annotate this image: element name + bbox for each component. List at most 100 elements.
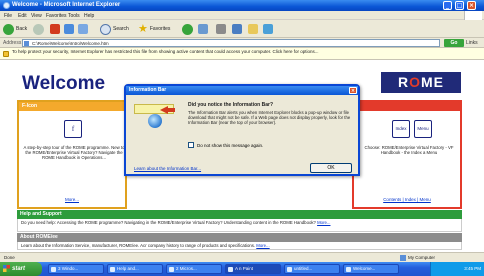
menu-edit[interactable]: Edit [18,13,27,19]
edit-icon [232,24,242,34]
menu-help[interactable]: Help [84,13,94,19]
search-icon [100,23,111,35]
folder-icon [248,24,258,34]
history-button[interactable] [182,23,193,35]
search-button[interactable]: Search [100,23,129,35]
discuss-button[interactable] [248,23,258,35]
clock[interactable]: 3:45 PM [464,266,481,271]
page-icon [24,41,29,46]
information-bar-dialog: Information Bar × Did you notice the Inf… [124,84,360,176]
arrow-tail-icon [167,108,175,112]
address-label: Address [3,40,22,46]
dialog-title: Information Bar [126,86,358,95]
menu-view[interactable]: View [31,13,42,19]
messenger-button[interactable] [263,23,273,35]
mail-button[interactable] [198,23,208,35]
tour-panel-body: A step-by-step tour of the ROME programm… [23,145,125,161]
windows-logo-icon [464,11,482,20]
print-button[interactable] [216,23,226,35]
menu-icon[interactable]: Menu [414,120,432,138]
tour-panel: F-Icon f A step-by-step tour of the ROME… [17,100,127,209]
dialog-question: Did you notice the Information Bar? [188,102,274,108]
stop-button[interactable] [50,23,60,35]
back-arrow-icon [3,23,14,35]
menu-bar: File Edit View Favorites Tools Help [0,11,484,20]
address-bar: Address C:\Rome\Welcome\Intro\Welcome.ht… [0,38,484,48]
computer-icon [400,255,406,261]
stop-icon [50,24,60,34]
history-icon [182,23,193,35]
about-section-body: Learn about the Information Service, man… [17,242,462,250]
taskbar-item[interactable]: A n Paint [225,264,281,274]
menu-file[interactable]: File [4,13,12,19]
tour-icon[interactable]: f [64,120,82,138]
refresh-button[interactable] [64,23,74,35]
zone-text: My Computer [408,255,436,260]
favorites-button[interactable]: ★ Favorites [138,23,170,35]
menu-tools[interactable]: Tools [68,13,80,19]
links-button[interactable]: Links [466,40,478,46]
index-icon[interactable]: Index [392,120,410,138]
window-icon [51,267,56,272]
dialog-close-button[interactable]: × [349,87,357,94]
taskbar-item[interactable]: Help and... [107,264,163,274]
globe-icon [148,114,162,128]
mail-icon [198,24,208,34]
menu-favorites[interactable]: Favorites [46,13,67,19]
help-text: Do you need help: Accessing the ROME pro… [21,220,316,225]
taskbar-item-label: untitled... [294,266,313,271]
close-button[interactable]: × [467,1,476,10]
tour-more-link[interactable]: More... [19,197,125,202]
ie-icon [169,267,174,272]
forward-button[interactable] [33,23,44,35]
taskbar-item-label: 3 Windo... [58,266,79,271]
favorites-label: Favorites [149,26,171,32]
about-more-link[interactable]: More... [256,243,269,248]
help-icon [110,267,115,272]
taskbar-item[interactable]: 3 Windo... [48,264,104,274]
taskbar-item[interactable]: 2 Micros... [166,264,222,274]
start-button[interactable]: start [0,262,42,276]
information-bar[interactable]: To help protect your security, Internet … [0,48,484,60]
go-button[interactable]: Go [444,39,464,47]
information-bar-illustration [134,102,176,130]
home-button[interactable] [78,23,88,35]
messenger-icon [263,24,273,34]
taskbar-item[interactable]: Welcome... [343,264,399,274]
shield-icon [3,51,9,57]
help-section-header: Help and Support [17,210,462,219]
maximize-button[interactable]: □ [455,1,464,10]
learn-more-link[interactable]: Learn about the Information Bar... [134,166,201,171]
windows-flag-icon [3,265,10,272]
back-button[interactable]: Back [3,23,27,35]
back-label: Back [16,26,28,32]
edit-button[interactable] [232,23,242,35]
taskbar-item-label: 2 Micros... [176,266,197,271]
favorites-star-icon: ★ [138,22,148,35]
dialog-message: The Information Bar alerts you when Inte… [188,110,351,125]
information-bar-text: To help protect your security, Internet … [12,49,319,54]
search-label: Search [113,26,129,32]
forward-arrow-icon [33,23,44,35]
address-input[interactable]: C:\Rome\Welcome\Intro\Welcome.htm [22,39,440,47]
taskbar-item-label: Welcome... [353,266,376,271]
document-icon [287,267,292,272]
help-more-link[interactable]: More... [317,220,330,225]
checkbox-box[interactable] [188,142,194,148]
home-icon [78,24,88,34]
help-section-body: Do you need help: Accessing the ROME pro… [17,219,462,232]
navigate-links[interactable]: Contents | Index | Menu [354,197,460,202]
taskbar: start 3 Windo... Help and... 2 Micros...… [0,262,484,276]
taskbar-item[interactable]: untitled... [284,264,340,274]
refresh-icon [64,24,74,34]
ie-icon [3,2,10,9]
checkbox-label: Do not show this message again. [197,142,264,148]
rome-logo: ROME [381,72,461,93]
ok-button[interactable]: OK [310,163,352,173]
dont-show-checkbox[interactable]: Do not show this message again. [188,142,263,148]
start-label: start [12,266,26,272]
minimize-button[interactable]: _ [443,1,452,10]
navigate-panel: Index Menu Choose: ROME/Enterprise Virtu… [352,100,462,209]
tour-panel-header: F-Icon [19,102,125,111]
page-title: Welcome [22,73,106,94]
